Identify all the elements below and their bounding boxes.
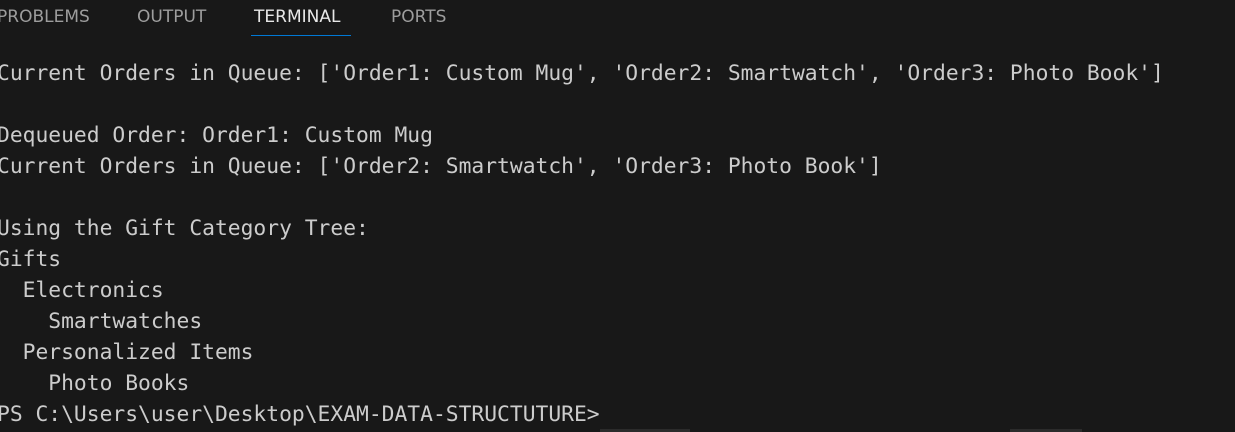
terminal-output[interactable]: Current Orders in Queue: ['Order1: Custo… (0, 58, 1235, 432)
terminal-line: Photo Books (0, 371, 190, 396)
tab-terminal[interactable]: TERMINAL (254, 6, 340, 28)
tab-output[interactable]: OUTPUT (137, 6, 206, 28)
terminal-line: Gifts (0, 247, 62, 272)
terminal-line: Personalized Items (0, 340, 254, 365)
terminal-line: Dequeued Order: Order1: Custom Mug (0, 123, 433, 148)
terminal-line: Using the Gift Category Tree: (0, 216, 369, 241)
panel-tab-bar: PROBLEMS OUTPUT TERMINAL PORTS (0, 0, 1235, 36)
terminal-line: Smartwatches (0, 309, 203, 334)
tab-problems[interactable]: PROBLEMS (0, 6, 90, 28)
terminal-line: Electronics (0, 278, 164, 303)
terminal-prompt[interactable]: PS C:\Users\user\Desktop\EXAM-DATA-STRUC… (0, 399, 600, 430)
terminal-line: Current Orders in Queue: ['Order1: Custo… (0, 61, 1164, 86)
active-tab-indicator (251, 35, 351, 36)
tab-ports[interactable]: PORTS (391, 6, 446, 28)
terminal-line: Current Orders in Queue: ['Order2: Smart… (0, 154, 882, 179)
